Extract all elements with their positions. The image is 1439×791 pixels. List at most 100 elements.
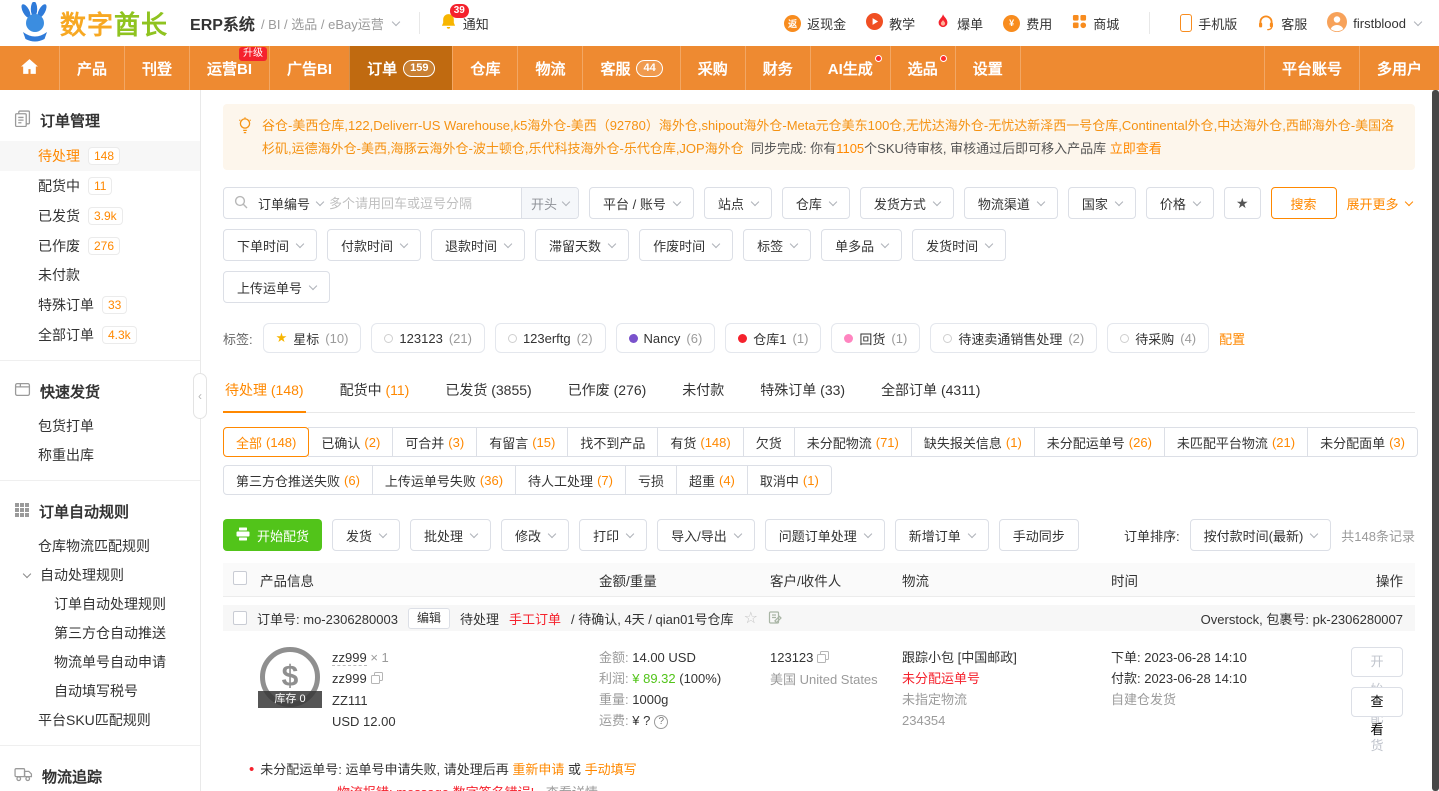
filter-country[interactable]: 国家 [1068,187,1136,219]
chip-upload-tracking-failed[interactable]: 上传运单号失败(36) [372,465,516,495]
cashback-link[interactable]: 返 返现金 [784,14,846,33]
nav-tab-finance[interactable]: 财务 [745,46,810,90]
sidebar-item-pending[interactable]: 待处理148 [0,141,200,171]
brand-logo[interactable]: 数字酋长 [14,2,168,45]
sidebar-item-third-party-push[interactable]: 第三方仓自动推送 [0,619,200,648]
nav-tab-home[interactable] [0,46,59,90]
filter-refund-time[interactable]: 退款时间 [431,229,525,261]
tag-warehouse1[interactable]: 仓库1(1) [725,323,821,353]
filter-pay-time[interactable]: 付款时间 [327,229,421,261]
chip-out-of-stock[interactable]: 欠货 [743,427,795,457]
filter-tag[interactable]: 标签 [743,229,811,261]
chip-no-tracking[interactable]: 未分配运单号(26) [1034,427,1165,457]
chip-mergeable[interactable]: 可合并(3) [392,427,477,457]
add-order-button[interactable]: 新增订单 [895,519,989,551]
nav-tab-logistics[interactable]: 物流 [517,46,582,90]
filter-single-multi[interactable]: 单多品 [821,229,902,261]
sidebar-item-all-orders[interactable]: 全部订单4.3k [0,320,200,350]
chip-unmatched-platform-logistics[interactable]: 未匹配平台物流(21) [1164,427,1308,457]
filter-platform-account[interactable]: 平台 / 账号 [589,187,694,219]
nav-tab-orders[interactable]: 订单 159 [349,46,452,90]
sort-select[interactable]: 按付款时间(最新) [1190,519,1332,551]
tab-special-orders[interactable]: 特殊订单 (33) [758,369,847,412]
tag-to-purchase[interactable]: 待采购(4) [1107,323,1209,353]
manual-fill-link[interactable]: 手动填写 [585,762,637,777]
chip-manual-handle[interactable]: 待人工处理(7) [515,465,626,495]
mall-link[interactable]: 商城 [1072,14,1119,33]
chip-product-not-found[interactable]: 找不到产品 [567,427,658,457]
sidebar-item-auto-process-rules[interactable]: 自动处理规则 [0,561,200,590]
batch-button[interactable]: 批处理 [410,519,491,551]
nav-tab-multi-user[interactable]: 多用户 [1359,46,1439,90]
notifications-button[interactable]: 通知 39 [440,13,489,33]
nav-tab-purchase[interactable]: 采购 [680,46,745,90]
filter-order-time[interactable]: 下单时间 [223,229,317,261]
breadcrumb[interactable]: ERP系统 / BI / 选品 / eBay运营 [190,11,399,35]
sidebar-item-auto-tax-number[interactable]: 自动填写税号 [0,677,200,706]
nav-tab-warehouse[interactable]: 仓库 [452,46,517,90]
tag-config-link[interactable]: 配置 [1219,329,1245,348]
customer-service-link[interactable]: 客服 [1257,13,1307,34]
search-field-selector[interactable]: 订单编号 [248,194,329,213]
select-all-checkbox[interactable] [233,571,247,585]
sidebar-section-logistics-tracking[interactable]: 物流追踪 [0,746,200,791]
match-mode-selector[interactable]: 开头 [521,188,578,218]
row-start-allocate-button[interactable]: 开始配货 [1351,647,1403,677]
fees-link[interactable]: ¥ 费用 [1003,14,1052,33]
sidebar-item-shipped[interactable]: 已发货3.9k [0,201,200,231]
nav-tab-operation-bi[interactable]: 运营BI 升级 [189,46,269,90]
view-now-link[interactable]: 立即查看 [1110,141,1162,156]
tab-all-orders[interactable]: 全部订单 (4311) [879,369,982,412]
order-checkbox[interactable] [233,611,247,625]
sidebar-item-platform-sku-rules[interactable]: 平台SKU匹配规则 [0,706,200,735]
copy-icon[interactable] [371,669,383,690]
sidebar-item-special-orders[interactable]: 特殊订单33 [0,290,200,320]
nav-tab-listings[interactable]: 刊登 [124,46,189,90]
hot-orders-link[interactable]: 爆单 [935,13,983,33]
nav-tab-product-selection[interactable]: 选品 [890,46,955,90]
edit-order-button[interactable]: 编辑 [408,608,450,629]
filter-site[interactable]: 站点 [704,187,772,219]
sidebar-item-pack-print[interactable]: 包货打单 [0,412,200,441]
product-image[interactable]: $ 库存 0 [260,647,320,707]
print-button[interactable]: 打印 [579,519,647,551]
nav-tab-ai-generate[interactable]: AI生成 [810,46,890,90]
sidebar-collapse-handle[interactable]: ‹ [193,373,207,419]
memo-icon[interactable] [768,610,782,627]
star-filter-button[interactable]: ★ [1224,187,1261,219]
start-allocate-button[interactable]: 开始配货 [223,519,322,551]
sidebar-item-allocating[interactable]: 配货中11 [0,171,200,201]
ship-button[interactable]: 发货 [332,519,400,551]
tab-allocating[interactable]: 配货中 (11) [338,369,412,412]
sidebar-item-weigh-outbound[interactable]: 称重出库 [0,441,200,470]
sidebar-item-voided[interactable]: 已作废276 [0,231,200,261]
view-details-link[interactable]: 查看详情 [546,785,598,791]
chip-cancelling[interactable]: 取消中(1) [747,465,832,495]
tag-starred[interactable]: ★星标(10) [263,323,362,353]
problem-order-button[interactable]: 问题订单处理 [765,519,885,551]
chip-no-logistics[interactable]: 未分配物流(71) [794,427,912,457]
filter-stranded-days[interactable]: 滞留天数 [535,229,629,261]
chip-loss[interactable]: 亏损 [625,465,677,495]
filter-void-time[interactable]: 作废时间 [639,229,733,261]
chip-confirmed[interactable]: 已确认(2) [308,427,393,457]
sidebar-item-tracking-auto-apply[interactable]: 物流单号自动申请 [0,648,200,677]
nav-tab-customer-service[interactable]: 客服 44 [582,46,679,90]
chip-third-party-push-failed[interactable]: 第三方仓推送失败(6) [223,465,373,495]
manual-sync-button[interactable]: 手动同步 [999,519,1079,551]
reapply-link[interactable]: 重新申请 [512,762,564,777]
nav-tab-products[interactable]: 产品 [59,46,124,90]
mobile-version-link[interactable]: 手机版 [1180,14,1237,33]
sidebar-item-warehouse-logistics-rules[interactable]: 仓库物流匹配规则 [0,532,200,561]
chip-all[interactable]: 全部(148) [223,427,309,457]
tag-return-goods[interactable]: 回货(1) [831,323,920,353]
star-outline-icon[interactable]: ☆ [744,608,758,628]
nav-tab-ad-bi[interactable]: 广告BI [269,46,349,90]
sidebar-item-order-auto-process[interactable]: 订单自动处理规则 [0,590,200,619]
user-menu[interactable]: firstblood [1327,12,1421,35]
tab-unpaid[interactable]: 未付款 [680,369,726,412]
tutorial-link[interactable]: 教学 [866,13,915,33]
tag-aliexpress-pending[interactable]: 待速卖通销售处理(2) [930,323,1097,353]
nav-tab-settings[interactable]: 设置 [955,46,1020,90]
chip-no-label[interactable]: 未分配面单(3) [1307,427,1418,457]
